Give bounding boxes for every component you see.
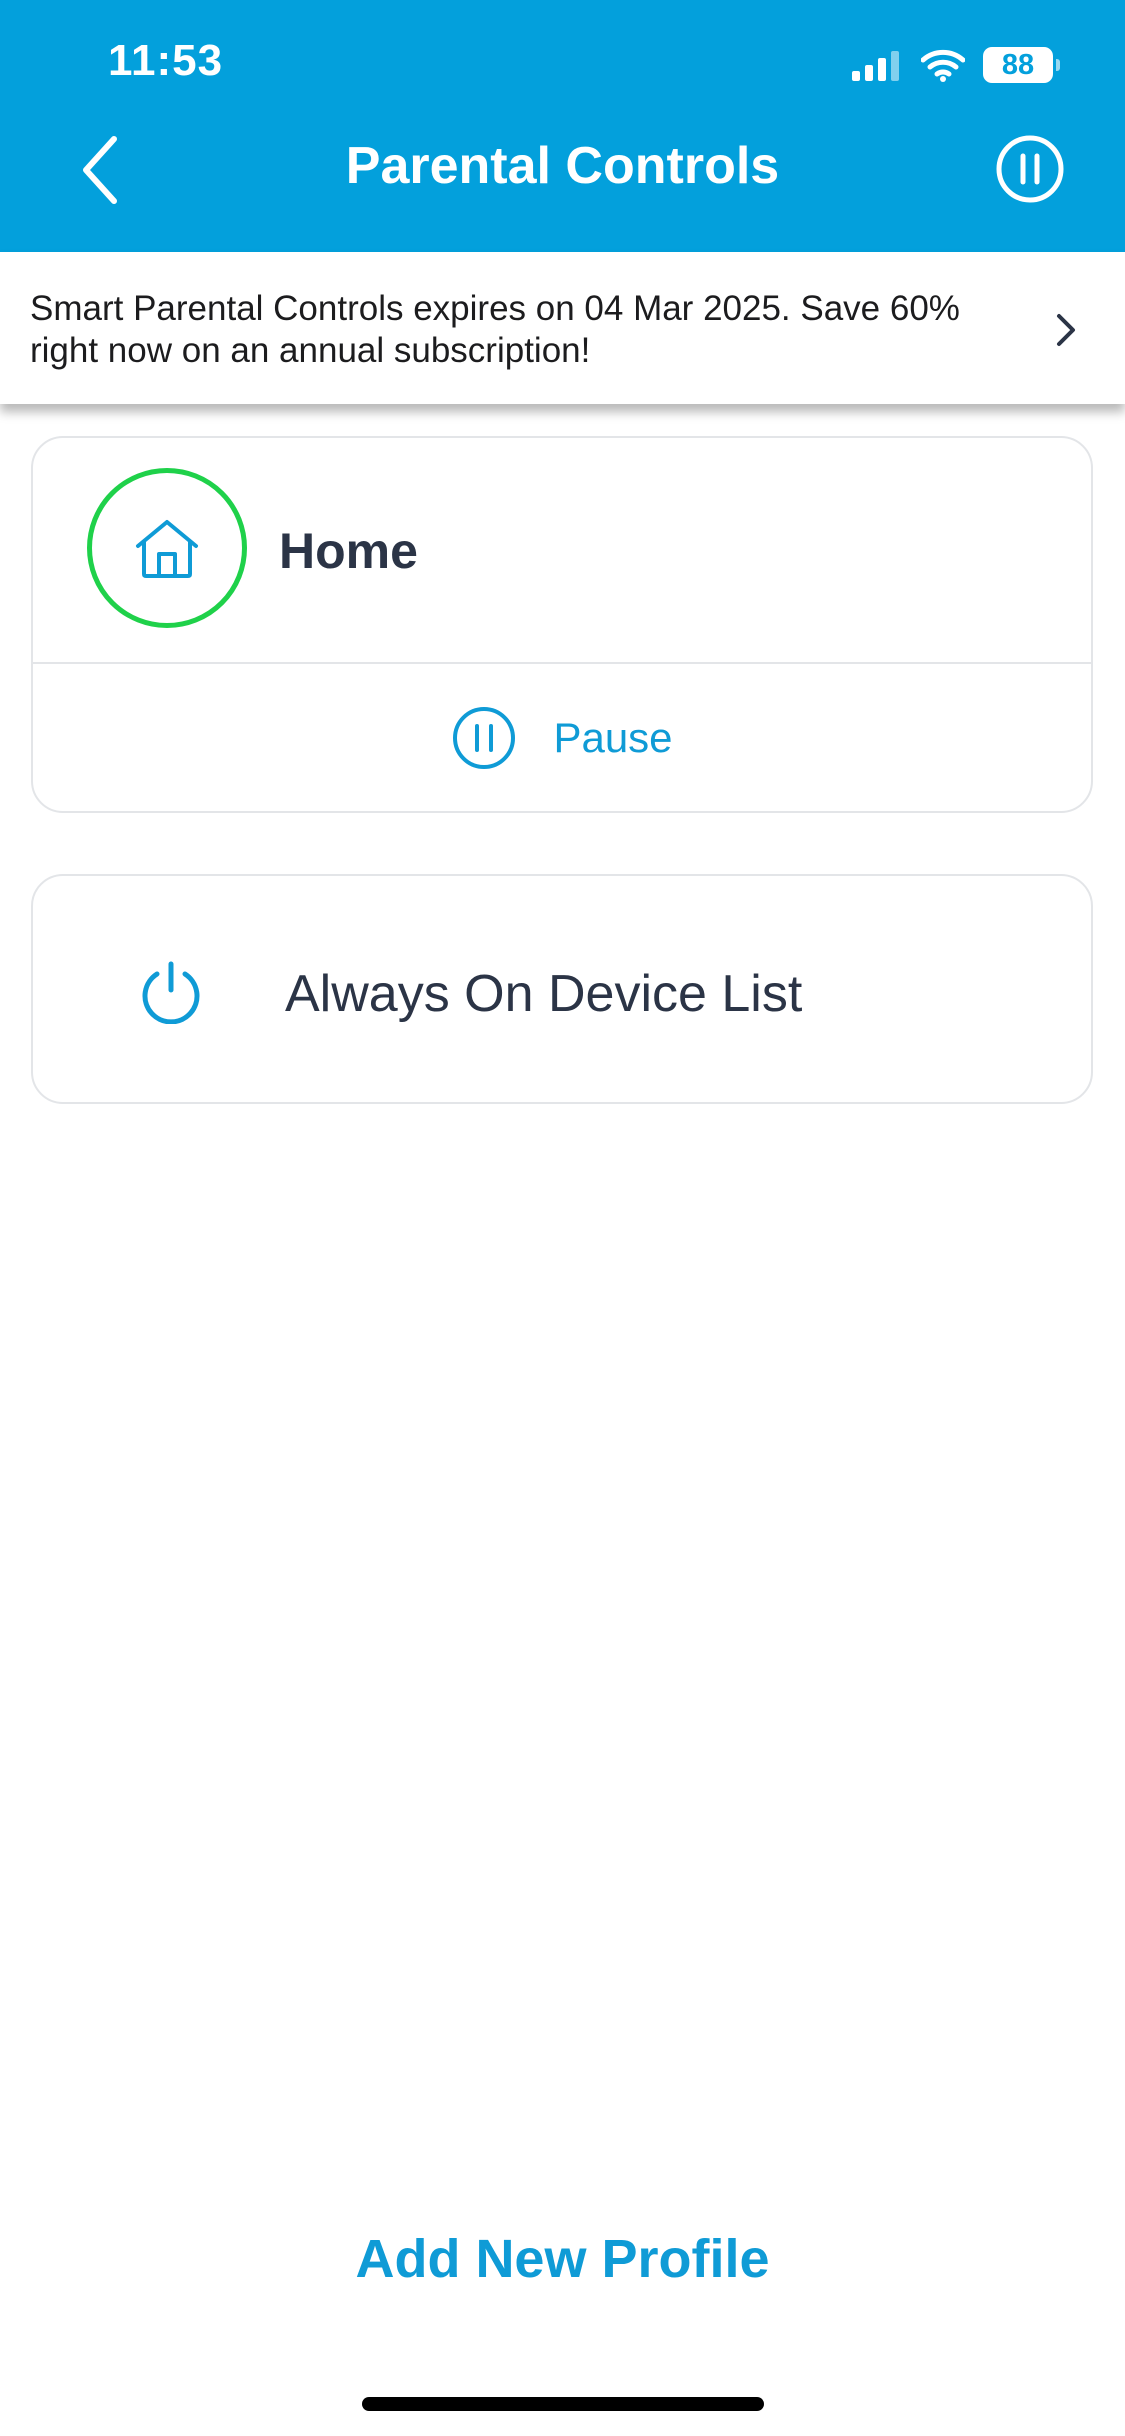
status-icons: 88	[851, 40, 1060, 90]
battery-level: 88	[1001, 48, 1035, 81]
subscription-banner[interactable]: Smart Parental Controls expires on 04 Ma…	[0, 252, 1125, 404]
battery-icon: 88	[983, 47, 1060, 83]
pause-circle-icon	[996, 135, 1064, 203]
home-indicator	[362, 2397, 764, 2411]
device-list-label: Always On Device List	[285, 965, 803, 1023]
always-on-device-list-card[interactable]: Always On Device List	[31, 874, 1093, 1104]
power-icon	[142, 961, 200, 1024]
signal-icon	[852, 51, 899, 81]
parental-controls-screen: 11:53 88 Parental Controls Smart Parenta…	[0, 0, 1125, 2436]
profile-name: Home	[279, 523, 418, 579]
page-title: Parental Controls	[345, 137, 780, 195]
status-time: 11:53	[108, 36, 224, 85]
chevron-right-icon	[1057, 314, 1075, 346]
pause-profile-button[interactable]: Pause	[33, 664, 1091, 811]
pause-all-button[interactable]	[995, 134, 1065, 204]
banner-text: Smart Parental Controls expires on 04 Ma…	[30, 289, 960, 370]
home-icon	[136, 520, 198, 578]
profile-card-home: Home Pause	[31, 436, 1093, 813]
profile-avatar	[87, 468, 247, 628]
pause-circle-icon	[453, 706, 516, 769]
profile-header[interactable]: Home	[33, 438, 1091, 664]
pause-label: Pause	[553, 713, 673, 761]
wifi-icon	[921, 49, 965, 82]
add-new-profile-button[interactable]: Add New Profile	[0, 2228, 1125, 2290]
header: 11:53 88 Parental Controls	[0, 0, 1125, 252]
